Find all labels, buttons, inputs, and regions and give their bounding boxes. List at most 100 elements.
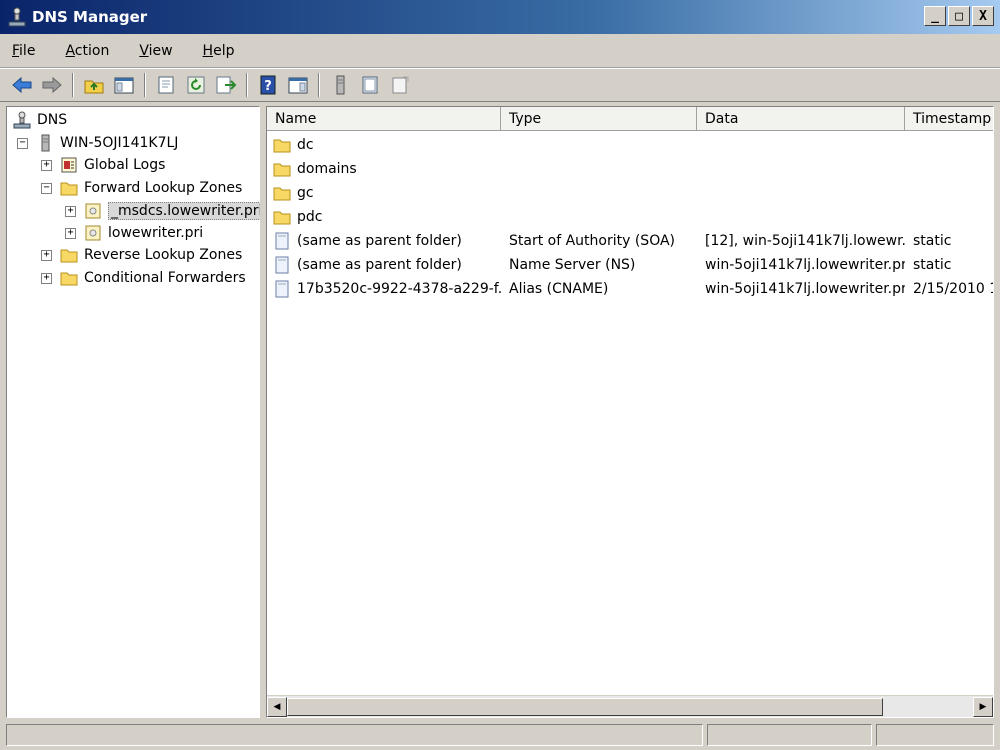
cell-name-text: dc	[297, 137, 314, 153]
scroll-left-arrow-icon: ◀	[273, 701, 281, 712]
minimize-icon: _	[931, 8, 939, 24]
folder-icon	[60, 249, 78, 263]
folder-icon	[273, 187, 291, 201]
zone-icon	[85, 225, 101, 241]
list-item[interactable]: dc	[267, 133, 993, 157]
tree-node-global-logs[interactable]: + Global Logs	[41, 154, 165, 176]
folder-icon	[273, 211, 291, 225]
expand-icon[interactable]: +	[41, 249, 52, 261]
export-list-button[interactable]	[214, 73, 238, 97]
zone-button[interactable]	[358, 73, 382, 97]
tree-node-server[interactable]: − WIN-5OJI141K7LJ	[17, 132, 178, 154]
refresh-button[interactable]	[184, 73, 208, 97]
show-hide-tree-icon	[114, 77, 134, 94]
maximize-button[interactable]: □	[948, 6, 970, 26]
cell-data: [12], win-5oji141k7lj.lowewr...	[705, 233, 905, 249]
expand-icon[interactable]: +	[65, 205, 76, 217]
cell-name: domains	[267, 160, 501, 178]
up-folder-icon	[84, 80, 104, 94]
cell-name-text: domains	[297, 161, 357, 177]
list-item[interactable]: domains	[267, 157, 993, 181]
show-hide-action-pane-button[interactable]	[286, 73, 310, 97]
refresh-icon	[187, 76, 205, 94]
console-tree-pane[interactable]: DNS − WIN-5OJI141K7LJ + Global Logs − Fo…	[6, 106, 266, 718]
cell-name-text: pdc	[297, 209, 323, 225]
back-button[interactable]	[10, 73, 34, 97]
column-header-data[interactable]: Data	[697, 107, 905, 131]
list-item[interactable]: (same as parent folder) Name Server (NS) w…	[267, 253, 993, 277]
tree-label: WIN-5OJI141K7LJ	[60, 135, 179, 151]
scroll-right-arrow-icon: ▶	[979, 701, 987, 712]
expand-icon[interactable]: +	[65, 227, 76, 239]
cell-name-text: (same as parent folder)	[297, 257, 462, 273]
tree-node-reverse-lookup-zones[interactable]: + Reverse Lookup Zones	[41, 244, 242, 266]
column-header-name[interactable]: Name	[267, 107, 501, 131]
cell-type: Alias (CNAME)	[509, 281, 609, 297]
tree-node-lowewriter-zone[interactable]: + lowewriter.pri	[65, 222, 203, 244]
column-header-type[interactable]: Type	[501, 107, 697, 131]
column-header-row: Name Type Data Timestamp	[267, 107, 993, 131]
collapse-icon[interactable]: −	[41, 182, 52, 194]
title-bar[interactable]: DNS Manager _ □ X	[0, 0, 1000, 34]
scrollbar-thumb[interactable]	[287, 697, 883, 716]
menu-view-accel: V	[139, 42, 149, 59]
help-icon: ?	[260, 75, 276, 95]
properties-icon	[158, 76, 174, 94]
column-header-timestamp[interactable]: Timestamp	[905, 107, 993, 131]
folder-icon	[273, 139, 291, 153]
status-pane-middle	[706, 724, 873, 746]
collapse-icon[interactable]: −	[17, 137, 28, 149]
menu-action-accel: A	[65, 42, 75, 59]
toolbar-separator	[318, 73, 320, 97]
dns-manager-app-icon	[8, 7, 26, 27]
cell-name: pdc	[267, 208, 501, 226]
status-bar	[0, 720, 1000, 750]
new-record-button[interactable]	[388, 73, 412, 97]
menu-help-accel: H	[202, 42, 214, 59]
close-button[interactable]: X	[972, 6, 994, 26]
list-item[interactable]: pdc	[267, 205, 993, 229]
event-log-icon	[61, 157, 77, 173]
tree-node-conditional-forwarders[interactable]: + Conditional Forwarders	[41, 267, 246, 289]
cell-name-text: 17b3520c-9922-4378-a229-f...	[297, 281, 501, 297]
expand-icon[interactable]: +	[41, 159, 52, 171]
forward-arrow-icon	[42, 76, 62, 94]
tree-node-msdcs-zone[interactable]: + _msdcs.lowewriter.pri	[65, 200, 266, 222]
properties-button[interactable]	[154, 73, 178, 97]
server-icon	[41, 134, 50, 152]
up-one-level-button[interactable]	[82, 73, 106, 97]
menu-view-label: iew	[148, 42, 173, 59]
show-hide-console-tree-button[interactable]	[112, 73, 136, 97]
menu-file[interactable]: File	[8, 41, 39, 61]
list-item[interactable]: (same as parent folder) Start of Authorit…	[267, 229, 993, 253]
menu-bar: File Action View Help	[0, 34, 1000, 68]
scroll-left-button[interactable]: ◀	[267, 696, 287, 717]
menu-help[interactable]: Help	[199, 41, 239, 61]
cell-name: gc	[267, 184, 501, 202]
forward-button[interactable]	[40, 73, 64, 97]
tree-node-dns[interactable]: DNS	[13, 109, 67, 131]
dns-record-icon	[275, 280, 289, 298]
scroll-right-button[interactable]: ▶	[973, 696, 993, 717]
results-list-pane[interactable]: Name Type Data Timestamp dc domains gc pdc (…	[266, 106, 994, 718]
menu-view[interactable]: View	[135, 41, 176, 61]
cell-data: win-5oji141k7lj.lowewriter.pri.	[705, 281, 905, 297]
tree-node-forward-lookup-zones[interactable]: − Forward Lookup Zones	[41, 177, 242, 199]
horizontal-scrollbar[interactable]: ◀ ▶	[267, 695, 993, 717]
dns-record-icon	[275, 232, 289, 250]
toolbar: ?	[0, 68, 1000, 102]
cell-timestamp: static	[913, 233, 952, 249]
menu-action[interactable]: Action	[61, 41, 113, 61]
server-button[interactable]	[328, 73, 352, 97]
toolbar-separator	[246, 73, 248, 97]
expand-icon[interactable]: +	[41, 272, 52, 284]
minimize-button[interactable]: _	[924, 6, 946, 26]
list-item[interactable]: gc	[267, 181, 993, 205]
list-item[interactable]: 17b3520c-9922-4378-a229-f... Alias (CNAME…	[267, 277, 993, 301]
show-hide-action-pane-icon	[288, 77, 308, 94]
menu-action-label: ction	[74, 42, 110, 59]
help-button[interactable]: ?	[256, 73, 280, 97]
cell-name: (same as parent folder)	[267, 256, 501, 274]
folder-icon	[60, 182, 78, 196]
menu-file-label: ile	[19, 42, 36, 59]
